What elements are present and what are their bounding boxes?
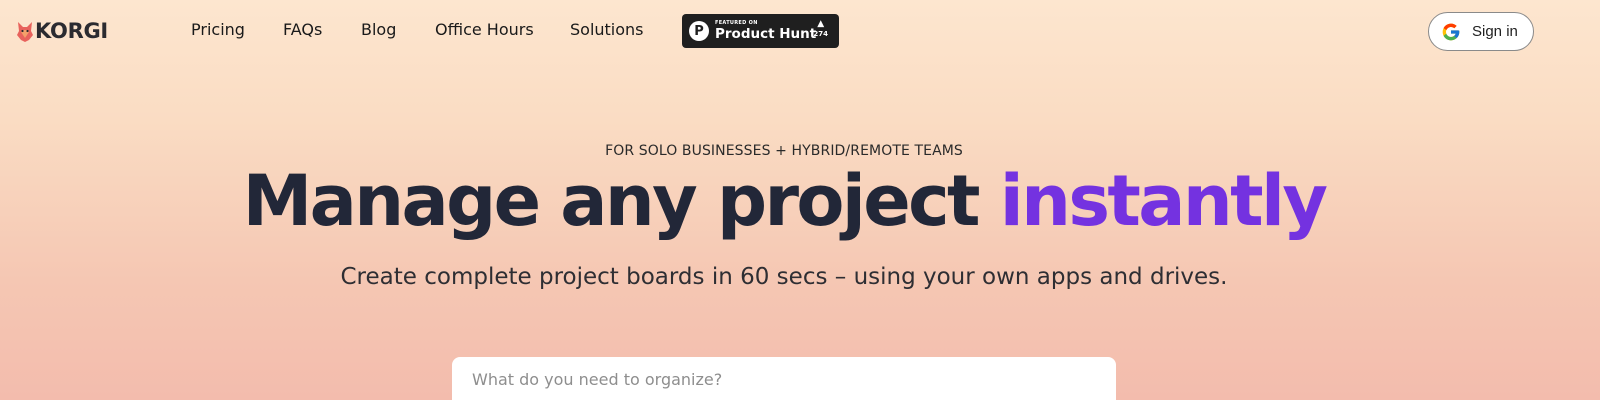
hero-eyebrow: FOR SOLO BUSINESSES + HYBRID/REMOTE TEAM… <box>605 143 963 159</box>
hero-headline: Manage any project instantly <box>0 160 1568 242</box>
upvote-triangle-icon: ▲ <box>817 19 825 29</box>
product-hunt-votes: ▲ 274 <box>813 20 828 38</box>
korgi-logo[interactable]: KORGI <box>16 18 108 44</box>
top-navigation: KORGI Pricing FAQs Blog Office Hours Sol… <box>0 0 1600 62</box>
vote-count: 274 <box>813 30 828 38</box>
headline-main-text: Manage any project <box>242 160 1000 242</box>
brand-name: KORGI <box>35 19 108 43</box>
product-hunt-featured-label: FEATURED ON <box>715 19 758 26</box>
korgi-mascot-icon <box>17 22 33 42</box>
product-hunt-name: Product Hunt <box>715 25 817 42</box>
hero-subheadline: Create complete project boards in 60 sec… <box>340 264 1228 290</box>
nav-link-solutions[interactable]: Solutions <box>570 20 644 39</box>
nav-link-blog[interactable]: Blog <box>361 20 396 39</box>
nav-link-pricing[interactable]: Pricing <box>191 20 245 39</box>
google-g-icon <box>1442 23 1460 40</box>
product-hunt-text: FEATURED ON Product Hunt <box>715 19 817 42</box>
nav-link-office-hours[interactable]: Office Hours <box>435 20 534 39</box>
sign-in-label: Sign in <box>1472 23 1518 40</box>
headline-accent-text: instantly <box>999 160 1328 242</box>
nav-link-faqs[interactable]: FAQs <box>283 20 322 39</box>
google-sign-in-button[interactable]: Sign in <box>1428 12 1534 51</box>
product-hunt-badge[interactable]: P FEATURED ON Product Hunt ▲ 274 <box>682 14 839 48</box>
organize-prompt-input[interactable] <box>452 357 1116 400</box>
product-hunt-p-icon: P <box>689 21 709 41</box>
